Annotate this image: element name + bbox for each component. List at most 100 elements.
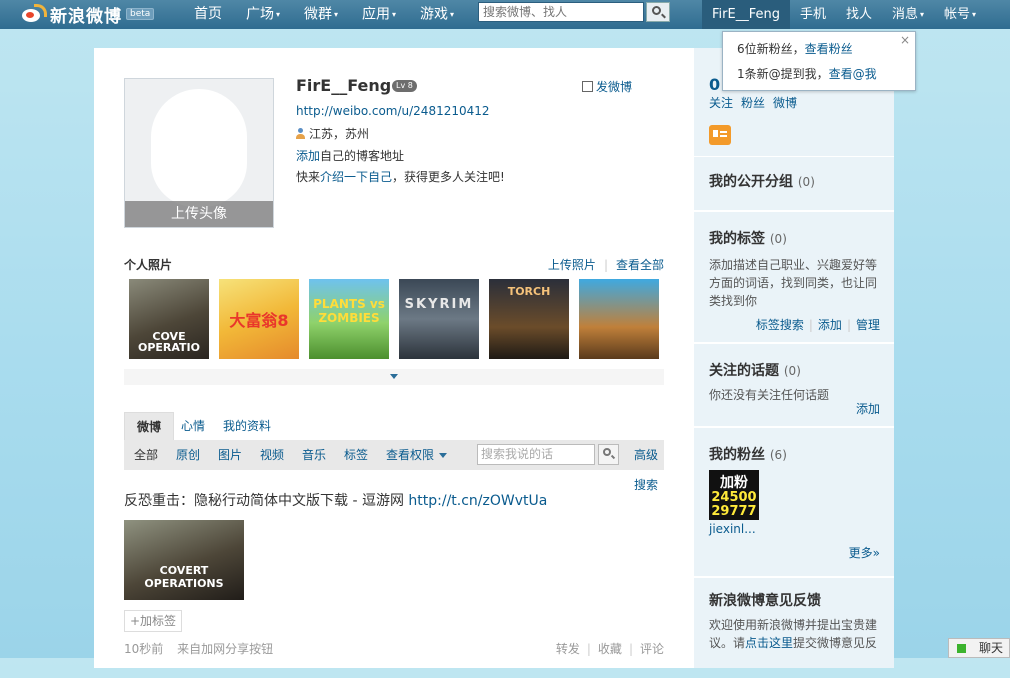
section-title: 关注的话题 (0) bbox=[709, 363, 801, 379]
filter-all[interactable]: 全部 bbox=[134, 440, 158, 470]
chevron-down-icon bbox=[390, 374, 398, 379]
id-card-icon[interactable] bbox=[709, 125, 731, 145]
post-image[interactable]: COVERT OPERATIONS bbox=[124, 520, 244, 600]
level-badge[interactable]: Lv 8 bbox=[392, 80, 417, 92]
tab-mood[interactable]: 心情 bbox=[169, 412, 217, 440]
tab-weibo[interactable]: 微博 bbox=[124, 412, 175, 441]
sina-weibo-logo[interactable]: 新浪微博 beta bbox=[20, 3, 155, 27]
user-nav: FirE__Feng 手机 找人 消息 ▾ 帐号 ▾ bbox=[702, 0, 986, 29]
nav-games[interactable]: 游戏 ▾ bbox=[408, 0, 466, 29]
chevron-down-icon: ▾ bbox=[334, 10, 339, 19]
filter-tags[interactable]: 标签 bbox=[344, 440, 368, 470]
section-title: 我的标签 (0) bbox=[709, 231, 787, 247]
more-fans-link[interactable]: 更多» bbox=[849, 544, 880, 561]
fan-name-link[interactable]: jiexinl... bbox=[709, 522, 756, 536]
top-navbar: 新浪微博 beta 首页 广场▾ 微群▾ 应用▾ 游戏▾ FirE__Feng … bbox=[0, 0, 1010, 29]
main-nav: 首页 广场 ▾ 微群 ▾ 应用 ▾ 游戏 ▾ bbox=[182, 0, 466, 29]
compose-post-link[interactable]: 发微博 bbox=[582, 78, 632, 95]
chevron-down-icon: ▾ bbox=[450, 10, 455, 19]
post-text: 反恐重击：隐秘行动简体中文版下载 - 逗游网 http://t.cn/zOWvt… bbox=[124, 493, 548, 509]
expand-photos-toggle[interactable] bbox=[124, 369, 664, 385]
manage-tags-link[interactable]: 管理 bbox=[856, 318, 880, 332]
view-fans-link[interactable]: 查看粉丝 bbox=[805, 42, 853, 56]
favorite-link[interactable]: 收藏 bbox=[598, 642, 622, 656]
feed-search-button[interactable] bbox=[598, 444, 619, 465]
advanced-search-link[interactable]: 高级搜索 bbox=[634, 440, 664, 500]
upload-avatar-button[interactable]: 上传头像 bbox=[125, 201, 273, 227]
photo-strip: COVE OPERATIO 大富翁8 PLANTS vs ZOMBIES SKY… bbox=[129, 279, 659, 359]
chat-button[interactable]: 聊天 bbox=[948, 638, 1010, 658]
view-all-photos-link[interactable]: 查看全部 bbox=[616, 258, 664, 272]
nav-find-people[interactable]: 找人 bbox=[836, 0, 882, 29]
post-link[interactable]: http://t.cn/zOWvtUa bbox=[408, 493, 547, 509]
public-groups-section: 我的公开分组 (0) bbox=[694, 156, 894, 209]
photos-actions: 上传照片 | 查看全部 bbox=[547, 258, 664, 272]
profile-url[interactable]: http://weibo.com/u/2481210412 bbox=[296, 104, 490, 118]
comment-link[interactable]: 评论 bbox=[640, 642, 664, 656]
profile-sidebar: 0关注 6粉丝 1微博 我的公开分组 (0) 我的标签 (0) 添加描述自己职业… bbox=[694, 48, 894, 668]
photo-thumbnail[interactable]: TORCH bbox=[489, 279, 569, 359]
filter-images[interactable]: 图片 bbox=[218, 440, 242, 470]
tags-description: 添加描述自己职业、兴趣爱好等方面的词语，找到同类，也让同类找到你 bbox=[709, 258, 878, 308]
close-icon[interactable]: × bbox=[900, 33, 910, 47]
photo-thumbnail[interactable]: 大富翁8 bbox=[219, 279, 299, 359]
photos-title: 个人照片 bbox=[124, 258, 173, 272]
repost-link[interactable]: 转发 bbox=[556, 642, 580, 656]
add-tag-button[interactable]: +加标签 bbox=[124, 610, 183, 632]
fan-avatar[interactable]: 加粉 24500 29777 bbox=[709, 470, 759, 520]
feed-search-input[interactable]: 搜索我说的话 bbox=[477, 444, 595, 465]
search-icon bbox=[652, 6, 661, 15]
blog-address: 添加自己的博客地址 bbox=[296, 149, 405, 163]
filter-videos[interactable]: 视频 bbox=[260, 440, 284, 470]
nav-mobile[interactable]: 手机 bbox=[790, 0, 836, 29]
nav-messages[interactable]: 消息 ▾ bbox=[882, 0, 934, 29]
section-title: 我的粉丝 (6) bbox=[709, 447, 787, 463]
online-status-icon bbox=[957, 644, 966, 653]
chevron-down-icon: ▾ bbox=[276, 10, 281, 19]
tag-search-link[interactable]: 标签搜索 bbox=[756, 318, 804, 332]
filter-permissions[interactable]: 查看权限 bbox=[386, 440, 448, 470]
topics-section: 关注的话题 (0) 你还没有关注任何话题 添加 bbox=[694, 342, 894, 426]
global-search-button[interactable] bbox=[646, 2, 670, 22]
feedback-link[interactable]: 点击这里 bbox=[745, 636, 793, 650]
add-topic-link[interactable]: 添加 bbox=[856, 402, 880, 416]
person-icon bbox=[296, 128, 305, 139]
mention-notice: 1条新@提到我，查看@我 bbox=[737, 67, 877, 81]
nav-square[interactable]: 广场 ▾ bbox=[234, 0, 292, 29]
filter-music[interactable]: 音乐 bbox=[302, 440, 326, 470]
nav-home[interactable]: 首页 bbox=[182, 0, 234, 29]
section-title: 新浪微博意见反馈 bbox=[709, 593, 821, 609]
logo-text: 新浪微博 bbox=[50, 6, 122, 27]
edit-icon bbox=[582, 81, 593, 92]
nav-apps[interactable]: 应用 ▾ bbox=[350, 0, 408, 29]
filter-original[interactable]: 原创 bbox=[176, 440, 200, 470]
chevron-down-icon: ▾ bbox=[392, 10, 397, 19]
view-mentions-link[interactable]: 查看@我 bbox=[829, 67, 877, 81]
photo-thumbnail[interactable]: PLANTS vs ZOMBIES bbox=[309, 279, 389, 359]
profile-location: 江苏，苏州 bbox=[296, 125, 369, 142]
global-search-input[interactable] bbox=[478, 2, 644, 22]
default-avatar-icon bbox=[151, 89, 247, 207]
feedback-section: 新浪微博意见反馈 欢迎使用新浪微博并提出宝贵建 议。请点击这里提交微博意见反 bbox=[694, 576, 894, 678]
post-actions: 转发 | 收藏 | 评论 bbox=[555, 642, 664, 656]
intro-prompt: 快来介绍一下自己，获得更多人关注吧! bbox=[296, 170, 505, 184]
add-tag-link[interactable]: 添加 bbox=[818, 318, 842, 332]
upload-photo-link[interactable]: 上传照片 bbox=[548, 258, 596, 272]
photo-thumbnail[interactable] bbox=[579, 279, 659, 359]
notification-popup: 6位新粉丝，查看粉丝 1条新@提到我，查看@我 × bbox=[722, 31, 916, 91]
profile-main: 上传头像 FirE__Feng Lv 8 发微博 http://weibo.co… bbox=[94, 48, 694, 668]
add-blog-link[interactable]: 添加 bbox=[296, 149, 320, 163]
nav-username[interactable]: FirE__Feng bbox=[702, 0, 790, 29]
global-search bbox=[478, 2, 670, 24]
tab-my-profile[interactable]: 我的资料 bbox=[211, 412, 283, 440]
nav-account[interactable]: 帐号 ▾ bbox=[934, 0, 986, 29]
topics-links: 添加 bbox=[856, 400, 880, 417]
profile-name: FirE__Feng bbox=[296, 76, 392, 95]
post-time[interactable]: 10秒前 bbox=[124, 642, 163, 656]
photo-thumbnail[interactable]: COVE OPERATIO bbox=[129, 279, 209, 359]
avatar[interactable]: 上传头像 bbox=[124, 78, 274, 228]
intro-link[interactable]: 介绍一下自己 bbox=[320, 170, 392, 184]
photo-thumbnail[interactable]: SKYRIM bbox=[399, 279, 479, 359]
feedback-text: 欢迎使用新浪微博并提出宝贵建 议。请点击这里提交微博意见反 bbox=[709, 618, 878, 650]
nav-groups[interactable]: 微群 ▾ bbox=[292, 0, 350, 29]
